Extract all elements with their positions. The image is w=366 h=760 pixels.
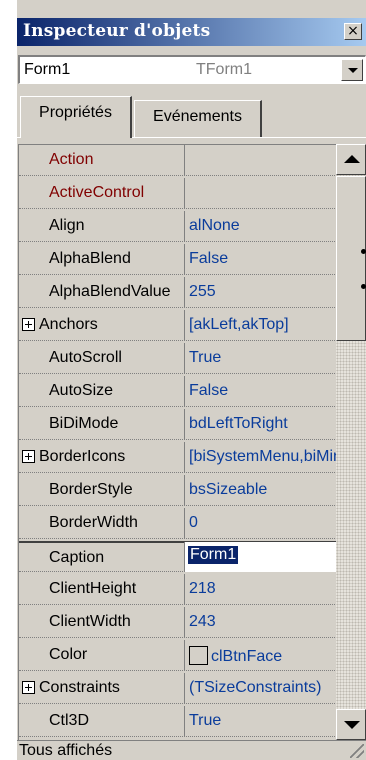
chevron-down-icon[interactable] bbox=[341, 59, 363, 81]
scroll-down-button[interactable] bbox=[336, 709, 366, 740]
property-row[interactable]: Caption Form1 bbox=[19, 541, 336, 572]
property-value[interactable] bbox=[184, 178, 336, 208]
background-edge bbox=[0, 0, 17, 760]
property-value[interactable]: [biSystemMenu,biMinimize,biMaximize] bbox=[184, 442, 336, 472]
status-text: Tous affichés bbox=[19, 742, 113, 759]
property-row[interactable]: ClientHeight 218 bbox=[19, 574, 336, 605]
property-row[interactable]: Ctl3D True bbox=[19, 706, 336, 737]
property-value[interactable]: alNone bbox=[184, 211, 336, 241]
property-value-text: clBtnFace bbox=[211, 648, 283, 665]
property-value[interactable]: True bbox=[184, 343, 336, 373]
property-value[interactable]: 218 bbox=[184, 574, 336, 604]
property-value[interactable]: False bbox=[184, 376, 336, 406]
property-row[interactable]: BorderStyle bsSizeable bbox=[19, 475, 336, 506]
property-value[interactable] bbox=[184, 145, 336, 175]
object-selector[interactable]: Form1 TForm1 bbox=[18, 55, 366, 84]
title-bar[interactable]: Inspecteur d'objets × bbox=[17, 18, 366, 46]
close-icon: × bbox=[347, 23, 359, 39]
property-row[interactable]: BorderIcons [biSystemMenu,biMinimize,biMa… bbox=[19, 442, 336, 473]
expand-icon[interactable] bbox=[22, 318, 35, 331]
object-type: TForm1 bbox=[196, 61, 252, 78]
scroll-thumb[interactable] bbox=[336, 176, 366, 341]
property-row[interactable]: AutoScroll True bbox=[19, 343, 336, 374]
object-name: Form1 bbox=[24, 61, 71, 78]
property-row[interactable]: BiDiMode bdLeftToRight bbox=[19, 409, 336, 440]
property-value: Form1 bbox=[188, 546, 239, 564]
property-value[interactable]: bsSizeable bbox=[184, 475, 336, 505]
property-value[interactable]: clBtnFace bbox=[184, 640, 336, 670]
resize-grip-icon[interactable] bbox=[350, 744, 364, 758]
property-value[interactable]: (TSizeConstraints) bbox=[184, 673, 336, 703]
status-bar: Tous affichés bbox=[17, 740, 366, 760]
property-value[interactable]: 243 bbox=[184, 607, 336, 637]
property-value[interactable]: [akLeft,akTop] bbox=[184, 310, 336, 340]
tab-events[interactable]: Evénements bbox=[134, 100, 262, 138]
property-value[interactable]: 0 bbox=[184, 508, 336, 538]
property-row[interactable]: BorderWidth 0 bbox=[19, 508, 336, 539]
expand-icon[interactable] bbox=[22, 450, 35, 463]
property-row[interactable]: AlphaBlendValue 255 bbox=[19, 277, 336, 308]
property-row[interactable]: Constraints (TSizeConstraints) bbox=[19, 673, 336, 704]
dot-icon bbox=[361, 249, 366, 254]
property-row[interactable]: Anchors [akLeft,akTop] bbox=[19, 310, 336, 341]
vertical-scrollbar[interactable] bbox=[336, 144, 366, 740]
scroll-up-button[interactable] bbox=[336, 144, 366, 175]
tab-label: Evénements bbox=[153, 108, 242, 125]
property-row[interactable]: AlphaBlend False bbox=[19, 244, 336, 275]
property-value[interactable]: 255 bbox=[184, 277, 336, 307]
expand-icon[interactable] bbox=[22, 681, 35, 694]
tab-label: Propriétés bbox=[39, 104, 112, 121]
property-value[interactable]: True bbox=[184, 706, 336, 736]
property-row[interactable]: ClientWidth 243 bbox=[19, 607, 336, 638]
property-name: Constraints bbox=[39, 679, 120, 696]
property-row[interactable]: ActiveControl bbox=[19, 178, 336, 209]
color-swatch-icon bbox=[189, 646, 208, 665]
property-value[interactable]: False bbox=[184, 244, 336, 274]
property-grid: Action ActiveControl Align alNone AlphaBlend… bbox=[18, 144, 336, 740]
property-row[interactable]: AutoSize False bbox=[19, 376, 336, 407]
window-title: Inspecteur d'objets bbox=[23, 21, 211, 41]
property-row[interactable]: Align alNone bbox=[19, 211, 336, 242]
property-row[interactable]: Action bbox=[19, 145, 336, 176]
property-name: Anchors bbox=[39, 316, 98, 333]
close-button[interactable]: × bbox=[344, 23, 362, 40]
property-value-editor[interactable]: Form1 bbox=[184, 542, 336, 572]
property-name: BorderIcons bbox=[39, 448, 126, 465]
property-row[interactable]: Color clBtnFace bbox=[19, 640, 336, 671]
dot-icon bbox=[361, 284, 366, 289]
property-value[interactable]: bdLeftToRight bbox=[184, 409, 336, 439]
tab-properties[interactable]: Propriétés bbox=[20, 96, 132, 138]
